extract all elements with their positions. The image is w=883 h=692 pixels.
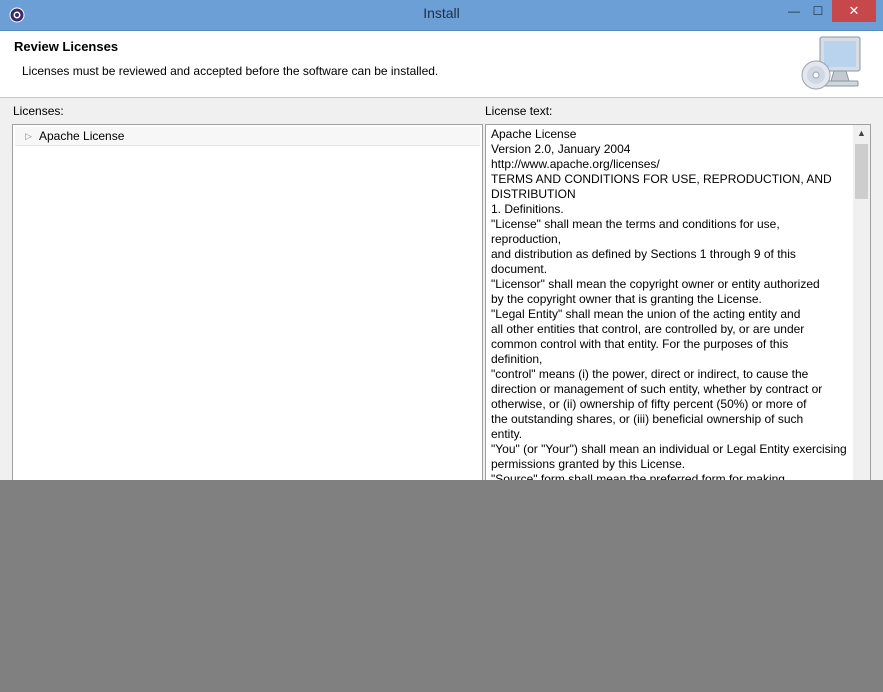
license-text-line: "Source" form shall mean the preferred f… xyxy=(491,472,785,480)
close-button[interactable]: ✕ xyxy=(832,0,876,22)
page-title: Review Licenses xyxy=(14,39,119,54)
license-text-line: permissions granted by this License. xyxy=(491,457,686,471)
maximize-button[interactable]: ☐ xyxy=(806,0,830,22)
license-text-line: Apache License xyxy=(491,127,577,141)
license-text-line: "control" means (i) the power, direct or… xyxy=(491,367,809,381)
scroll-thumb[interactable] xyxy=(855,144,868,199)
minimize-button[interactable]: — xyxy=(782,0,806,22)
licenses-label: Licenses: xyxy=(13,104,64,118)
license-text-line: 1. Definitions. xyxy=(491,202,564,216)
license-text-line: "License" shall mean the terms and condi… xyxy=(491,217,780,231)
license-text-line: Version 2.0, January 2004 xyxy=(491,142,631,156)
license-text-content: Apache License Version 2.0, January 2004 h… xyxy=(491,127,847,480)
license-text-line: TERMS AND CONDITIONS FOR USE, REPRODUCTI… xyxy=(491,172,832,186)
tree-item-apache-license[interactable]: ▷ Apache License xyxy=(15,127,480,146)
title-bar[interactable]: Install — ☐ ✕ xyxy=(0,0,883,31)
license-text-line: document. xyxy=(491,262,548,276)
license-text-line: the outstanding shares, or (iii) benefic… xyxy=(491,412,804,426)
license-text-line: entity. xyxy=(491,427,523,441)
license-text-line: common control with that entity. For the… xyxy=(491,337,789,351)
license-text-label: License text: xyxy=(485,104,553,118)
license-text-line: all other entities that control, are con… xyxy=(491,322,805,336)
scroll-up-arrow-icon[interactable]: ▲ xyxy=(853,125,870,142)
license-text-line: direction or management of such entity, … xyxy=(491,382,823,396)
license-text-line: http://www.apache.org/licenses/ xyxy=(491,157,660,171)
install-dialog: Install — ☐ ✕ Review Licenses Licenses m… xyxy=(0,0,883,480)
window-title: Install xyxy=(423,5,460,21)
license-text-line: definition, xyxy=(491,352,543,366)
license-text-line: reproduction, xyxy=(491,232,562,246)
license-text-line: DISTRIBUTION xyxy=(491,187,576,201)
license-text-line: and distribution as defined by Sections … xyxy=(491,247,796,261)
install-monitor-cd-icon xyxy=(801,36,861,90)
license-text-line: "Legal Entity" shall mean the union of t… xyxy=(491,307,801,321)
license-text-area[interactable]: Apache License Version 2.0, January 2004 h… xyxy=(485,124,871,480)
expand-arrow-icon[interactable]: ▷ xyxy=(25,131,32,142)
license-text-line: "You" (or "Your") shall mean an individu… xyxy=(491,442,847,456)
license-text-line: by the copyright owner that is granting … xyxy=(491,292,762,306)
license-text-line: otherwise, or (ii) ownership of fifty pe… xyxy=(491,397,807,411)
wizard-header: Review Licenses Licenses must be reviewe… xyxy=(0,31,883,98)
license-text-line: "Licensor" shall mean the copyright owne… xyxy=(491,277,820,291)
vertical-scrollbar[interactable]: ▲ xyxy=(853,125,870,480)
licenses-tree[interactable]: ▷ Apache License xyxy=(12,124,483,480)
page-description: Licenses must be reviewed and accepted b… xyxy=(22,64,439,78)
tree-item-label: Apache License xyxy=(39,129,125,143)
